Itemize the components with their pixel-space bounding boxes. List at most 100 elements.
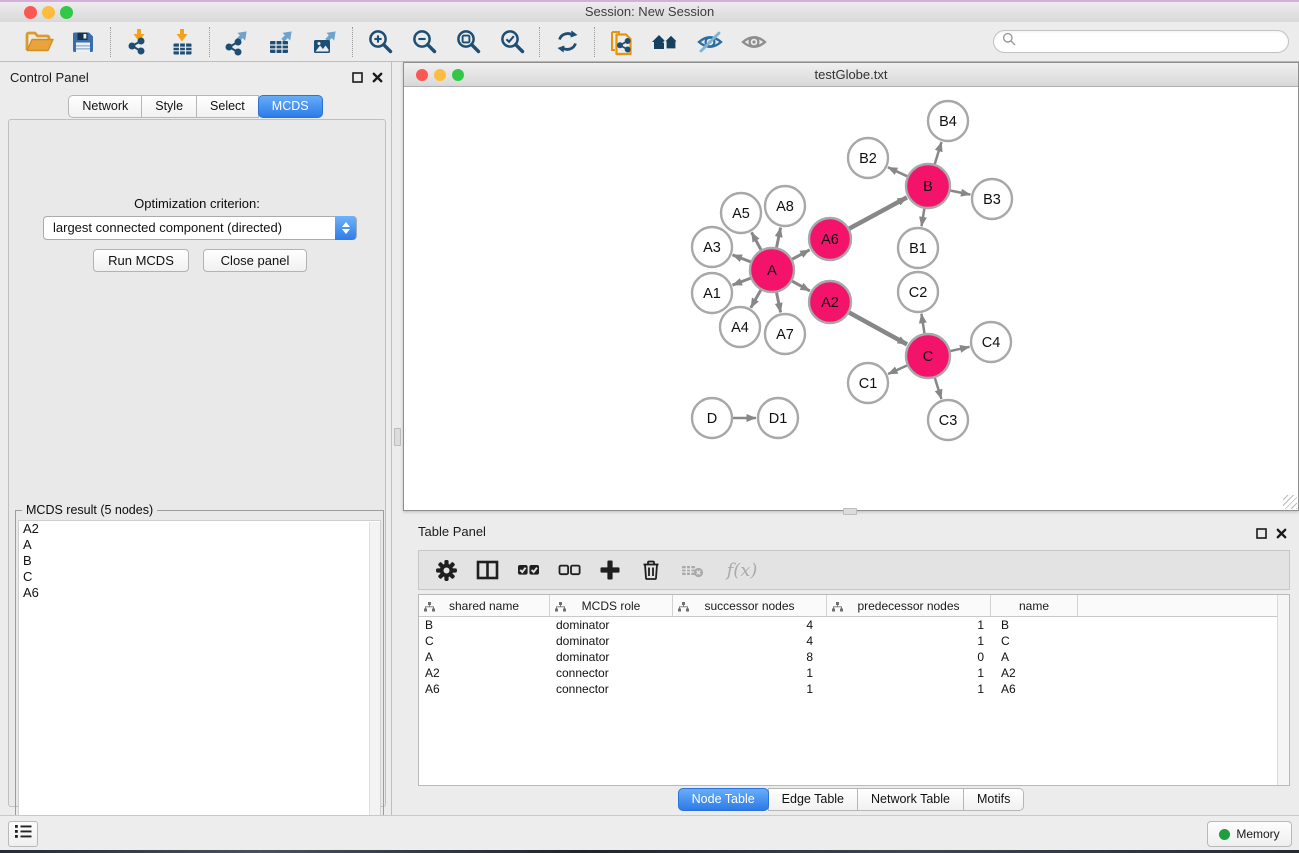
graph-node-C1[interactable]: C1 [848,363,888,403]
select-all-icon[interactable] [516,558,540,582]
graph-node-C4[interactable]: C4 [971,322,1011,362]
open-file-icon[interactable] [24,27,54,57]
search-box[interactable] [993,30,1289,53]
hide-selected-icon[interactable] [695,27,725,57]
minimize-window-light[interactable] [42,6,55,19]
export-image-icon[interactable] [310,27,340,57]
table-row[interactable]: Adominator80A [419,649,1289,665]
graph-node-A4[interactable]: A4 [720,307,760,347]
close-panel-button[interactable]: Close panel [203,249,307,272]
table-row[interactable]: Cdominator41C [419,633,1289,649]
zoom-fit-icon[interactable] [453,27,483,57]
mcds-result-item[interactable]: A [19,537,380,553]
column-header-successor-nodes[interactable]: successor nodes [673,595,827,616]
hierarchy-icon [424,601,435,615]
network-canvas[interactable]: A A1 A2 A3 A4 A5 A6 A7 A8 B B1 B2 B3B4 C C1 C2 C3 C4 D D1 [404,87,1298,510]
memory-button[interactable]: Memory [1207,821,1292,847]
graph-node-A3[interactable]: A3 [692,227,732,267]
network-window-title: testGlobe.txt [404,63,1298,86]
graph-node-B1[interactable]: B1 [898,228,938,268]
new-network-from-selection-icon[interactable] [607,27,637,57]
graph-node-C3[interactable]: C3 [928,400,968,440]
split-view-icon[interactable] [475,558,499,582]
graph-node-D[interactable]: D [692,398,732,438]
tab-mcds[interactable]: MCDS [258,95,323,118]
add-icon[interactable] [598,558,622,582]
zoom-in-icon[interactable] [365,27,395,57]
graph-node-A5[interactable]: A5 [721,193,761,233]
close-panel-icon[interactable] [372,70,383,88]
criterion-dropdown[interactable]: largest connected component (directed) [43,216,357,240]
network-close-light[interactable] [416,69,428,81]
column-header-MCDS-role[interactable]: MCDS role [550,595,673,616]
tab-style[interactable]: Style [141,95,197,118]
column-header-name[interactable]: name [991,595,1078,616]
mcds-result-list[interactable]: A2ABCA6 [18,520,381,853]
close-table-panel-icon[interactable] [1276,526,1287,544]
table-scrollbar[interactable] [1277,595,1289,785]
zoom-selected-icon[interactable] [497,27,527,57]
graph-node-A8[interactable]: A8 [765,186,805,226]
delete-table-icon[interactable] [680,558,704,582]
function-icon[interactable]: f(x) [721,558,763,582]
mcds-result-item[interactable]: C [19,569,380,585]
refresh-layout-icon[interactable] [552,27,582,57]
graph-node-C[interactable]: C [906,334,950,378]
tab-network[interactable]: Network [68,95,142,118]
horizontal-splitter-handle[interactable] [843,508,857,515]
export-table-icon[interactable] [266,27,296,57]
first-neighbors-icon[interactable] [651,27,681,57]
graph-node-B[interactable]: B [906,164,950,208]
network-window-titlebar[interactable]: testGlobe.txt [404,63,1298,87]
mcds-result-item[interactable]: A6 [19,585,380,601]
graph-node-B4[interactable]: B4 [928,101,968,141]
float-table-panel-icon[interactable] [1256,526,1267,544]
graph-node-D1[interactable]: D1 [758,398,798,438]
tab-select[interactable]: Select [196,95,259,118]
network-maximize-light[interactable] [452,69,464,81]
table-row[interactable]: Bdominator41B [419,617,1289,633]
graph-node-label: C4 [982,335,1001,351]
tab-motifs[interactable]: Motifs [963,788,1024,811]
close-window-light[interactable] [24,6,37,19]
graph-node-A6[interactable]: A6 [809,218,851,260]
table-row[interactable]: A2connector11A2 [419,665,1289,681]
dropdown-stepper-icon[interactable] [335,216,356,240]
table-row[interactable]: A6connector11A6 [419,681,1289,697]
column-header-predecessor-nodes[interactable]: predecessor nodes [827,595,991,616]
resize-grip[interactable] [1283,495,1297,509]
deselect-all-icon[interactable] [557,558,581,582]
tab-network-table[interactable]: Network Table [857,788,964,811]
graph-node-A2[interactable]: A2 [809,281,851,323]
table-cell: C [419,633,550,649]
list-scrollbar[interactable] [369,522,380,853]
maximize-window-light[interactable] [60,6,73,19]
network-minimize-light[interactable] [434,69,446,81]
graph-node-A[interactable]: A [750,248,794,292]
mcds-result-item[interactable]: B [19,553,380,569]
export-network-icon[interactable] [222,27,252,57]
mcds-result-item[interactable]: A2 [19,521,380,537]
graph-node-C2[interactable]: C2 [898,272,938,312]
zoom-out-icon[interactable] [409,27,439,57]
delete-icon[interactable] [639,558,663,582]
show-all-icon[interactable] [739,27,769,57]
tab-node-table[interactable]: Node Table [678,788,769,811]
save-session-icon[interactable] [68,27,98,57]
float-panel-icon[interactable] [352,70,363,88]
search-input[interactable] [1016,32,1288,51]
column-header-shared-name[interactable]: shared name [419,595,550,616]
run-mcds-button[interactable]: Run MCDS [93,249,189,272]
graph-node-A7[interactable]: A7 [765,314,805,354]
graph-node-A1[interactable]: A1 [692,273,732,313]
graph-node-B3[interactable]: B3 [972,179,1012,219]
gear-icon[interactable] [434,558,458,582]
tab-edge-table[interactable]: Edge Table [768,788,858,811]
vertical-splitter-handle[interactable] [394,428,401,446]
task-list-button[interactable] [8,821,38,847]
import-table-icon[interactable] [167,27,197,57]
table-cell: dominator [550,633,673,649]
graph-node-B2[interactable]: B2 [848,138,888,178]
window-title: Session: New Session [0,2,1299,22]
import-network-icon[interactable] [123,27,153,57]
